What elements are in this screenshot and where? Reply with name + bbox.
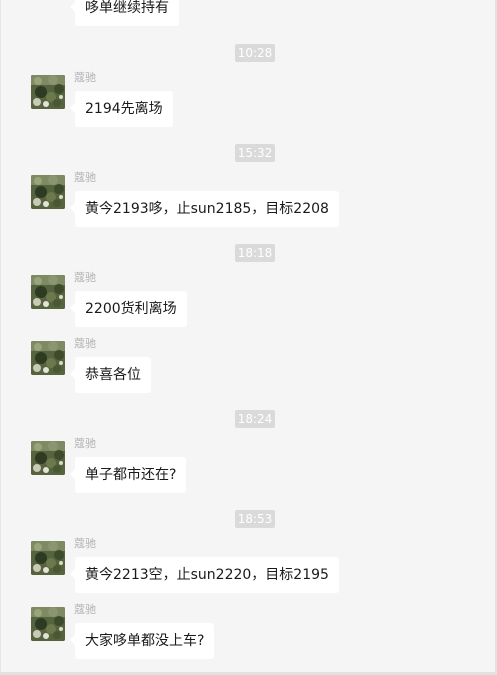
timestamp: 15:32 [235,144,275,162]
sender-name: 蔻驰 [74,537,96,550]
message-text: 哆单继续持有 [85,0,169,16]
message-text: 黄今2213空，止sun2220，目标2195 [85,567,329,583]
avatar[interactable] [31,75,65,109]
message-bubble[interactable]: 大家哆单都没上车? [69,623,215,659]
message-text: 恭喜各位 [85,367,141,383]
message-bubble[interactable]: 单子都市还在? [69,457,187,493]
message-bubble[interactable]: 恭喜各位 [70,357,151,393]
avatar-photo-icon [31,275,65,309]
avatar[interactable] [31,441,65,475]
chat-window[interactable]: 哆单继续持有 10:28 蔻驰 2194先离场 15:32 蔻驰 黄今2193哆… [0,0,497,675]
message-bubble-partial[interactable]: 哆单继续持有 [70,0,179,26]
sender-name: 蔻驰 [74,71,96,84]
avatar-photo-icon [31,75,65,109]
avatar[interactable] [31,541,65,575]
timestamp: 18:18 [235,244,275,262]
avatar[interactable] [31,175,65,209]
message-text: 单子都市还在? [85,467,177,483]
timestamp: 18:53 [235,510,275,528]
avatar-photo-icon [31,175,65,209]
avatar-photo-icon [31,341,65,375]
message-text: 2200货利离场 [85,301,177,317]
message-bubble[interactable]: 2200货利离场 [70,291,187,327]
message-text: 2194先离场 [85,101,163,117]
avatar[interactable] [31,341,65,375]
sender-name: 蔻驰 [74,437,96,450]
sender-name: 蔻驰 [74,337,96,350]
message-bubble[interactable]: 黄今2213空，止sun2220，目标2195 [70,557,339,593]
avatar-photo-icon [31,607,65,641]
sender-name: 蔻驰 [74,171,96,184]
message-text: 黄今2193哆，止sun2185，目标2208 [85,201,329,217]
message-bubble[interactable]: 黄今2193哆，止sun2185，目标2208 [70,191,339,227]
avatar-photo-icon [31,541,65,575]
avatar[interactable] [31,275,65,309]
timestamp: 18:24 [235,410,275,428]
message-bubble[interactable]: 2194先离场 [70,91,173,127]
sender-name: 蔻驰 [74,271,96,284]
message-text: 大家哆单都没上车? [85,633,205,649]
timestamp: 10:28 [235,44,275,62]
avatar-photo-icon [31,441,65,475]
avatar[interactable] [31,607,65,641]
sender-name: 蔻驰 [74,603,96,616]
